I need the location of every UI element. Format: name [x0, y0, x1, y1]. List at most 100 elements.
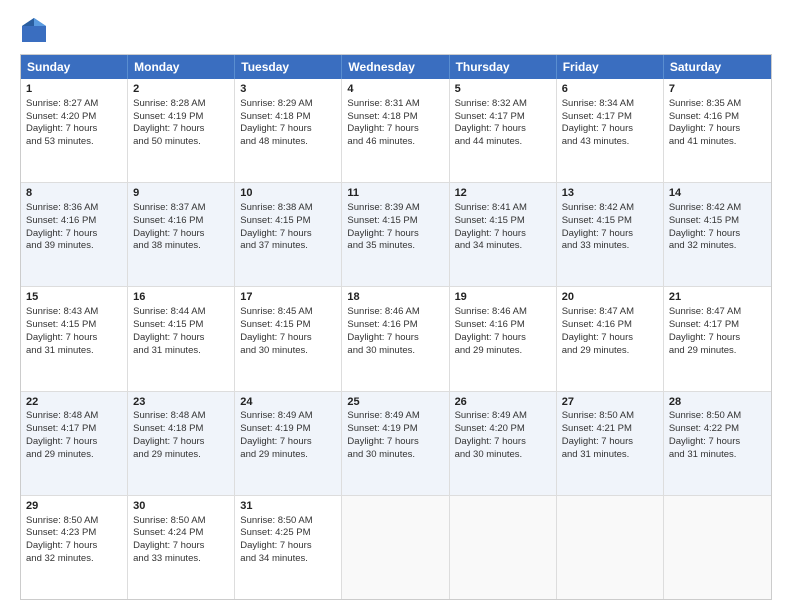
cell-line-3: and 29 minutes. [455, 345, 551, 358]
cell-line-2: Daylight: 7 hours [455, 332, 551, 345]
day-number: 14 [669, 186, 766, 201]
day-number: 13 [562, 186, 658, 201]
cell-line-2: Daylight: 7 hours [562, 436, 658, 449]
cell-line-1: Sunset: 4:25 PM [240, 527, 336, 540]
day-number: 16 [133, 290, 229, 305]
cell-line-0: Sunrise: 8:37 AM [133, 202, 229, 215]
cell-line-2: Daylight: 7 hours [133, 332, 229, 345]
cell-line-1: Sunset: 4:17 PM [455, 111, 551, 124]
cell-line-2: Daylight: 7 hours [240, 540, 336, 553]
col-header-wednesday: Wednesday [342, 55, 449, 79]
cell-line-1: Sunset: 4:16 PM [347, 319, 443, 332]
cell-line-3: and 31 minutes. [562, 449, 658, 462]
cell-line-0: Sunrise: 8:27 AM [26, 98, 122, 111]
day-number: 31 [240, 499, 336, 514]
cell-line-0: Sunrise: 8:42 AM [669, 202, 766, 215]
cell-line-3: and 30 minutes. [240, 345, 336, 358]
col-header-friday: Friday [557, 55, 664, 79]
cell-line-3: and 30 minutes. [347, 345, 443, 358]
calendar-body: 1Sunrise: 8:27 AMSunset: 4:20 PMDaylight… [21, 79, 771, 599]
cell-line-3: and 44 minutes. [455, 136, 551, 149]
cal-cell-21: 21Sunrise: 8:47 AMSunset: 4:17 PMDayligh… [664, 287, 771, 390]
cell-line-2: Daylight: 7 hours [133, 540, 229, 553]
cell-line-1: Sunset: 4:15 PM [133, 319, 229, 332]
cal-cell-3: 3Sunrise: 8:29 AMSunset: 4:18 PMDaylight… [235, 79, 342, 182]
col-header-monday: Monday [128, 55, 235, 79]
cell-line-1: Sunset: 4:15 PM [240, 215, 336, 228]
col-header-thursday: Thursday [450, 55, 557, 79]
cell-line-1: Sunset: 4:19 PM [347, 423, 443, 436]
cal-cell-12: 12Sunrise: 8:41 AMSunset: 4:15 PMDayligh… [450, 183, 557, 286]
calendar: SundayMondayTuesdayWednesdayThursdayFrid… [20, 54, 772, 600]
cell-line-1: Sunset: 4:18 PM [347, 111, 443, 124]
cal-cell-7: 7Sunrise: 8:35 AMSunset: 4:16 PMDaylight… [664, 79, 771, 182]
cell-line-3: and 48 minutes. [240, 136, 336, 149]
day-number: 11 [347, 186, 443, 201]
cell-line-3: and 35 minutes. [347, 240, 443, 253]
cell-line-3: and 31 minutes. [26, 345, 122, 358]
day-number: 22 [26, 395, 122, 410]
cal-cell-empty [450, 496, 557, 599]
cell-line-2: Daylight: 7 hours [26, 228, 122, 241]
cell-line-2: Daylight: 7 hours [347, 228, 443, 241]
cal-cell-10: 10Sunrise: 8:38 AMSunset: 4:15 PMDayligh… [235, 183, 342, 286]
day-number: 10 [240, 186, 336, 201]
cell-line-1: Sunset: 4:21 PM [562, 423, 658, 436]
cell-line-3: and 38 minutes. [133, 240, 229, 253]
cell-line-3: and 33 minutes. [562, 240, 658, 253]
day-number: 21 [669, 290, 766, 305]
cal-cell-9: 9Sunrise: 8:37 AMSunset: 4:16 PMDaylight… [128, 183, 235, 286]
cal-cell-16: 16Sunrise: 8:44 AMSunset: 4:15 PMDayligh… [128, 287, 235, 390]
cell-line-0: Sunrise: 8:50 AM [240, 515, 336, 528]
day-number: 19 [455, 290, 551, 305]
day-number: 25 [347, 395, 443, 410]
cell-line-1: Sunset: 4:16 PM [26, 215, 122, 228]
cal-cell-25: 25Sunrise: 8:49 AMSunset: 4:19 PMDayligh… [342, 392, 449, 495]
cell-line-1: Sunset: 4:22 PM [669, 423, 766, 436]
cell-line-2: Daylight: 7 hours [347, 436, 443, 449]
cell-line-2: Daylight: 7 hours [669, 436, 766, 449]
cell-line-0: Sunrise: 8:29 AM [240, 98, 336, 111]
cell-line-3: and 33 minutes. [133, 553, 229, 566]
cal-cell-empty [342, 496, 449, 599]
cal-cell-8: 8Sunrise: 8:36 AMSunset: 4:16 PMDaylight… [21, 183, 128, 286]
day-number: 7 [669, 82, 766, 97]
cell-line-1: Sunset: 4:15 PM [26, 319, 122, 332]
cell-line-1: Sunset: 4:17 PM [562, 111, 658, 124]
cell-line-0: Sunrise: 8:32 AM [455, 98, 551, 111]
cal-cell-24: 24Sunrise: 8:49 AMSunset: 4:19 PMDayligh… [235, 392, 342, 495]
cell-line-1: Sunset: 4:16 PM [562, 319, 658, 332]
cell-line-1: Sunset: 4:23 PM [26, 527, 122, 540]
cell-line-2: Daylight: 7 hours [26, 332, 122, 345]
cell-line-1: Sunset: 4:18 PM [240, 111, 336, 124]
cell-line-3: and 29 minutes. [669, 345, 766, 358]
day-number: 17 [240, 290, 336, 305]
cell-line-2: Daylight: 7 hours [669, 228, 766, 241]
calendar-row-3: 22Sunrise: 8:48 AMSunset: 4:17 PMDayligh… [21, 391, 771, 495]
cal-cell-31: 31Sunrise: 8:50 AMSunset: 4:25 PMDayligh… [235, 496, 342, 599]
cal-cell-11: 11Sunrise: 8:39 AMSunset: 4:15 PMDayligh… [342, 183, 449, 286]
cell-line-2: Daylight: 7 hours [240, 332, 336, 345]
cell-line-0: Sunrise: 8:35 AM [669, 98, 766, 111]
day-number: 23 [133, 395, 229, 410]
cell-line-3: and 31 minutes. [133, 345, 229, 358]
day-number: 26 [455, 395, 551, 410]
cell-line-1: Sunset: 4:15 PM [240, 319, 336, 332]
cal-cell-14: 14Sunrise: 8:42 AMSunset: 4:15 PMDayligh… [664, 183, 771, 286]
cell-line-2: Daylight: 7 hours [669, 123, 766, 136]
col-header-saturday: Saturday [664, 55, 771, 79]
cell-line-3: and 31 minutes. [669, 449, 766, 462]
cal-cell-15: 15Sunrise: 8:43 AMSunset: 4:15 PMDayligh… [21, 287, 128, 390]
cal-cell-19: 19Sunrise: 8:46 AMSunset: 4:16 PMDayligh… [450, 287, 557, 390]
day-number: 3 [240, 82, 336, 97]
cell-line-1: Sunset: 4:24 PM [133, 527, 229, 540]
cell-line-3: and 37 minutes. [240, 240, 336, 253]
day-number: 9 [133, 186, 229, 201]
cell-line-1: Sunset: 4:19 PM [133, 111, 229, 124]
cell-line-2: Daylight: 7 hours [133, 123, 229, 136]
cell-line-0: Sunrise: 8:48 AM [26, 410, 122, 423]
cell-line-0: Sunrise: 8:47 AM [669, 306, 766, 319]
cell-line-0: Sunrise: 8:45 AM [240, 306, 336, 319]
cell-line-2: Daylight: 7 hours [240, 123, 336, 136]
cell-line-3: and 39 minutes. [26, 240, 122, 253]
